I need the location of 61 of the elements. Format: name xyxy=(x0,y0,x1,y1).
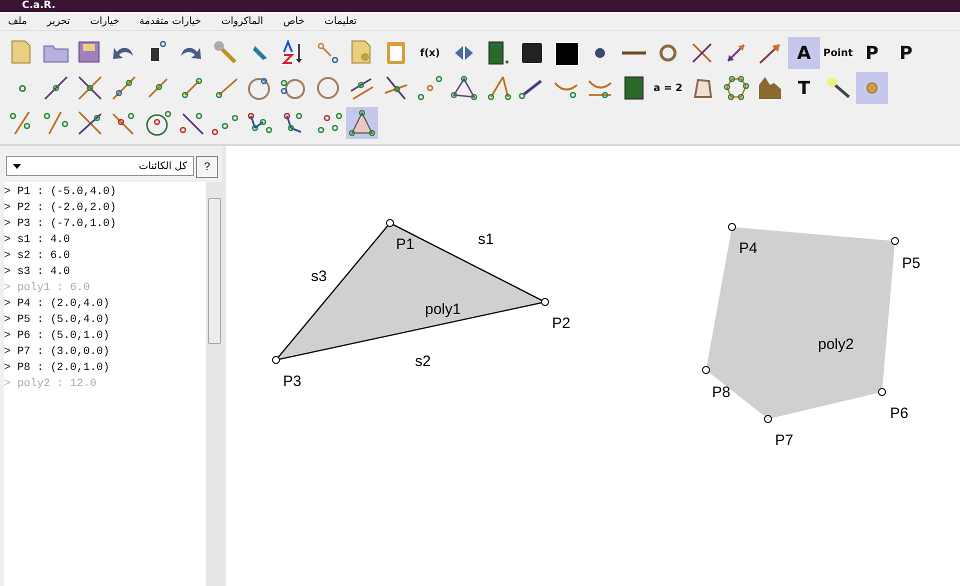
point-label: P1 xyxy=(396,236,414,253)
line-icon xyxy=(621,51,647,55)
tool-button[interactable]: P xyxy=(890,37,922,69)
point-label: P6 xyxy=(890,405,908,422)
dot-icon xyxy=(595,48,605,58)
caret-icon xyxy=(13,164,21,168)
point-marker xyxy=(541,298,549,306)
point-marker xyxy=(764,415,772,423)
point-label: P4 xyxy=(739,240,758,257)
point-icon xyxy=(18,84,26,92)
point-label: P8 xyxy=(712,384,730,401)
tool-button[interactable]: a = 2 xyxy=(652,72,684,104)
object-list-item[interactable]: > P6 : (5.0,1.0) xyxy=(4,328,206,344)
window-title: C.a.R. xyxy=(22,0,56,12)
point-label: P3 xyxy=(283,373,302,390)
point-marker xyxy=(891,237,899,245)
point-label: P7 xyxy=(775,432,794,449)
polygon-icon xyxy=(721,73,751,103)
object-list-item[interactable]: > P3 : (-7.0,1.0) xyxy=(4,216,206,232)
menu-item[interactable]: خاص xyxy=(283,16,305,26)
segment-label: s3 xyxy=(311,268,327,285)
tool-button[interactable]: Point xyxy=(822,37,854,69)
scrollbar[interactable] xyxy=(206,182,222,586)
menu-item[interactable]: الماكروات xyxy=(221,16,264,26)
segment-label: s2 xyxy=(415,353,431,370)
triangle-icon xyxy=(449,73,479,103)
menu-item[interactable]: خيارات متقدمة xyxy=(139,16,202,26)
tool-button[interactable]: A xyxy=(788,37,820,69)
object-list-item[interactable]: > P4 : (2.0,4.0) xyxy=(4,296,206,312)
point-marker xyxy=(272,356,280,364)
menu-item[interactable]: تعليمات xyxy=(324,16,357,26)
point-marker xyxy=(728,223,736,231)
menu-item[interactable]: تحرير xyxy=(47,16,70,26)
object-list-item[interactable]: > s3 : 4.0 xyxy=(4,264,206,280)
object-list-item[interactable]: > P2 : (-2.0,2.0) xyxy=(4,200,206,216)
scrollbar-thumb[interactable] xyxy=(208,198,220,344)
object-list-item[interactable]: > P1 : (-5.0,4.0) xyxy=(4,184,206,200)
object-list-item[interactable]: > P7 : (3.0,0.0) xyxy=(4,344,206,360)
object-filter-dropdown[interactable]: كل الكائنات xyxy=(6,156,194,176)
point-marker xyxy=(386,219,394,227)
point-marker xyxy=(878,388,886,396)
object-list-item[interactable]: > s1 : 4.0 xyxy=(4,232,206,248)
triangle-tool-button[interactable] xyxy=(346,107,378,139)
polygon-label: poly2 xyxy=(818,336,854,353)
point-marker xyxy=(702,366,710,374)
point-label: P5 xyxy=(902,255,920,272)
object-list-item[interactable]: > P5 : (5.0,4.0) xyxy=(4,312,206,328)
menu-item[interactable]: ملف xyxy=(8,16,28,26)
help-button[interactable]: ? xyxy=(196,156,218,178)
segment-label: s1 xyxy=(478,231,494,248)
polygon-label: poly1 xyxy=(425,301,461,318)
tool-button[interactable]: P xyxy=(856,37,888,69)
object-list-item[interactable]: > P8 : (2.0,1.0) xyxy=(4,360,206,376)
object-list-item[interactable]: > s2 : 6.0 xyxy=(4,248,206,264)
tool-button[interactable]: f(x) xyxy=(414,37,446,69)
tool-button[interactable]: T xyxy=(788,72,820,104)
dropdown-value: كل الكائنات xyxy=(138,160,187,172)
menu-item[interactable]: خيارات xyxy=(90,16,120,26)
triangle-icon xyxy=(347,108,377,138)
midpoint-icon xyxy=(415,73,445,103)
point-label: P2 xyxy=(552,315,570,332)
